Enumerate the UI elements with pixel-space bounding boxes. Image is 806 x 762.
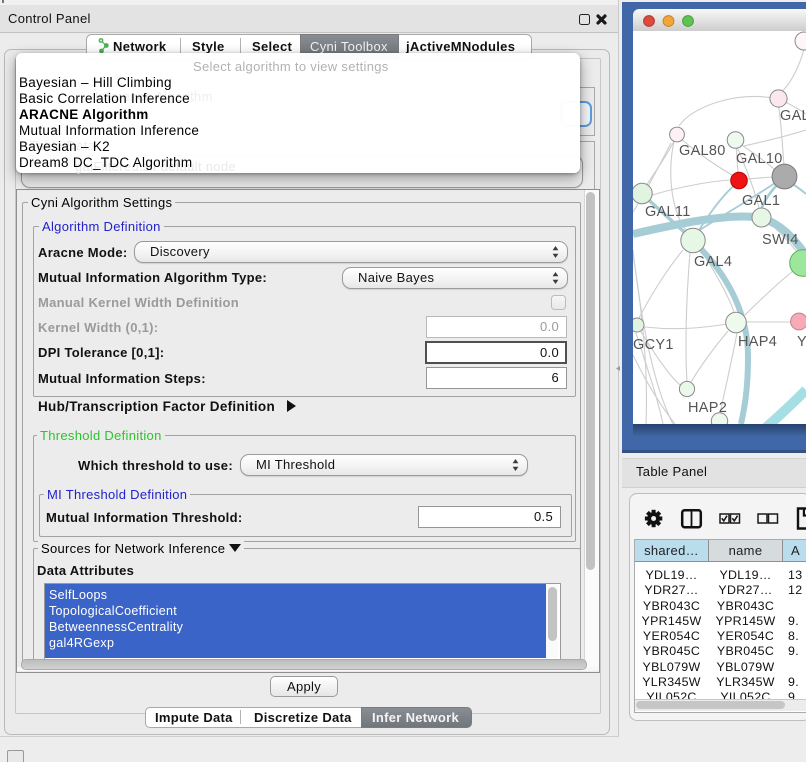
svg-text:GAL80: GAL80: [679, 143, 726, 159]
svg-text:Y: Y: [797, 334, 806, 350]
svg-text:GCY1: GCY1: [633, 337, 674, 353]
svg-text:GAL10: GAL10: [736, 151, 783, 167]
svg-text:GAL2: GAL2: [780, 108, 806, 124]
svg-text:HAP2: HAP2: [688, 400, 727, 416]
svg-text:GAL11: GAL11: [645, 204, 691, 220]
svg-text:GAL4: GAL4: [694, 254, 732, 270]
svg-text:HAP4: HAP4: [738, 334, 777, 350]
svg-text:GAL1: GAL1: [742, 193, 780, 209]
svg-text:SWI4: SWI4: [762, 232, 799, 248]
